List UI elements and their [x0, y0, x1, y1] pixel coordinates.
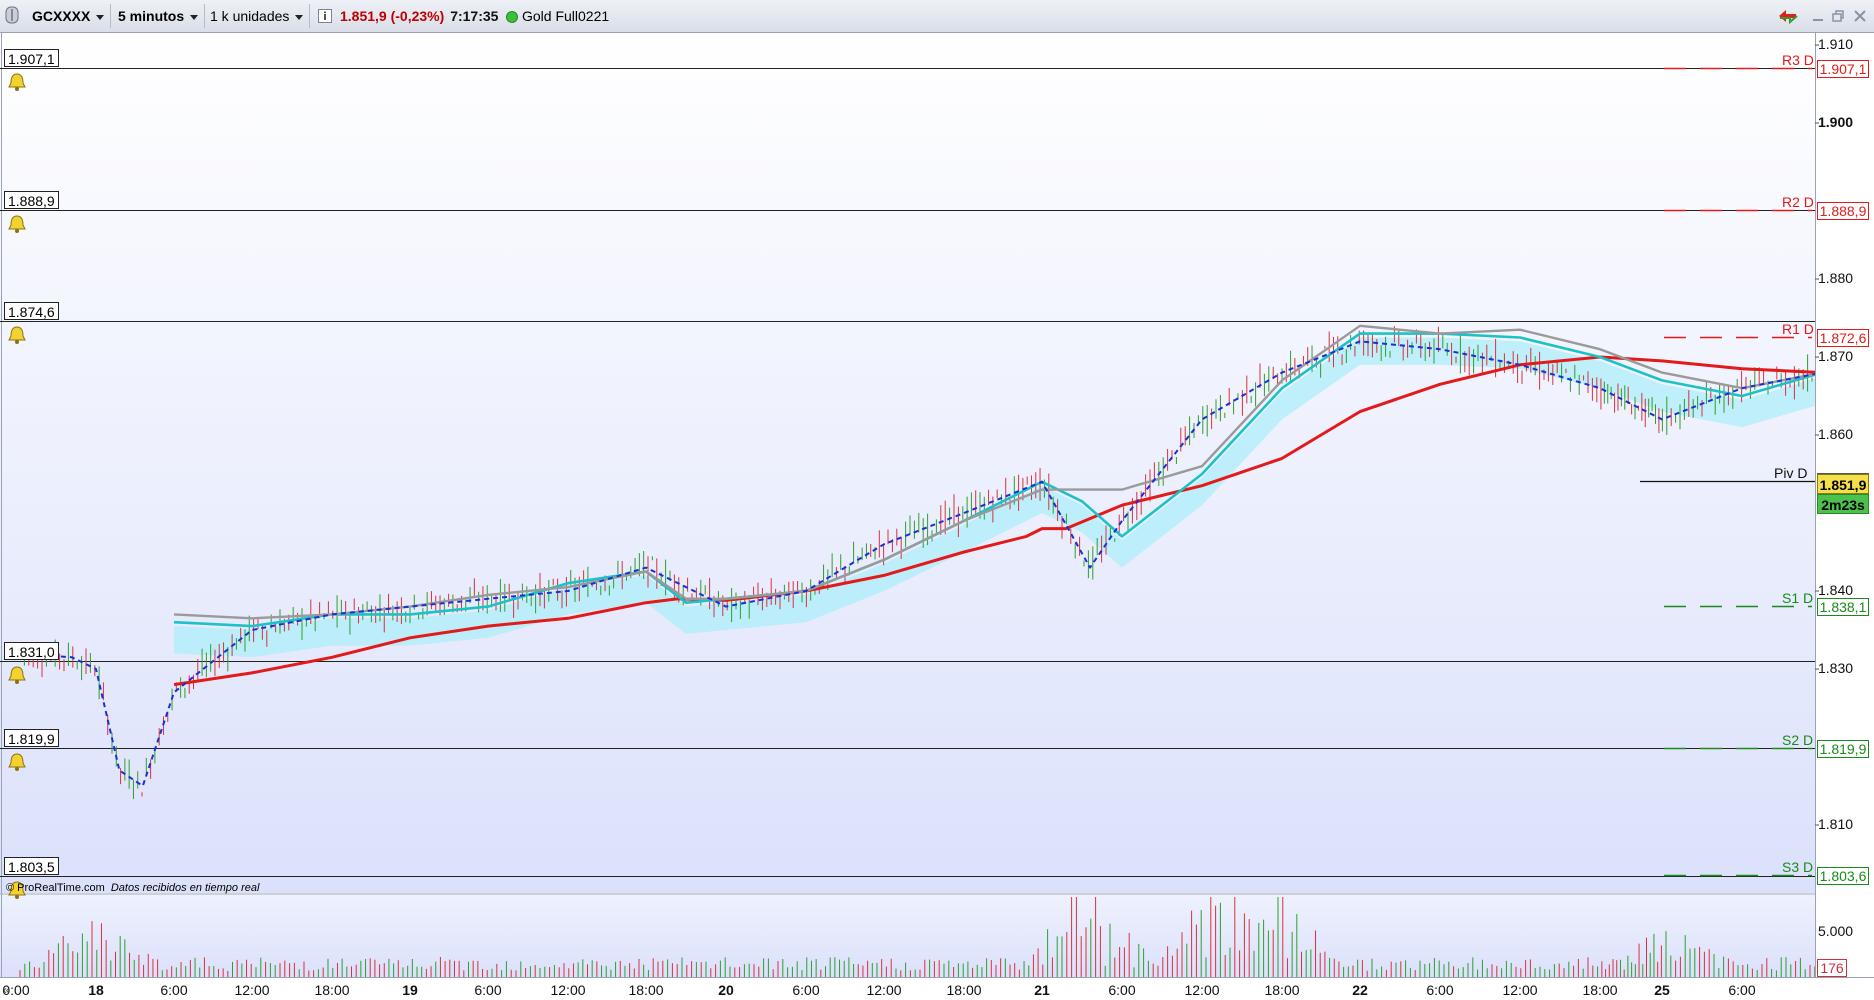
x-tick-label: 6:00 [1426, 982, 1454, 998]
copyright-text: © ProRealTime.com [6, 882, 105, 894]
restore-icon[interactable] [1830, 8, 1846, 24]
current-price-label: 1.851,9 [1817, 474, 1869, 494]
price-change-value: 1.851,9 (-0,23%) [340, 8, 445, 24]
level-value-label[interactable]: 1.888,9 [4, 190, 59, 209]
x-tick-label: 25 [1654, 982, 1670, 998]
chevron-down-icon [96, 14, 105, 20]
pivot-name-label: R2 D [1782, 193, 1814, 210]
volume-area [0, 895, 1815, 977]
x-tick-label: 18:00 [1582, 982, 1618, 998]
bell-icon[interactable] [6, 664, 28, 686]
bell-icon[interactable] [6, 751, 28, 773]
info-icon[interactable] [318, 4, 334, 28]
chevron-down-icon [295, 14, 304, 20]
pivot-value-label: 1.803,6 [1817, 866, 1869, 885]
pivot-value-label: 1.907,1 [1817, 59, 1869, 78]
y-tick-label: 1.880 [1818, 270, 1854, 286]
contract-status: Gold Full0221 [506, 4, 609, 28]
y-tick-label: 1.900 [1818, 114, 1854, 130]
pivot-value-label: 1.872,6 [1817, 328, 1869, 347]
price-change: 1.851,9 (-0,23%) 7:17:35 [340, 4, 498, 28]
x-tick-label: 21 [1034, 982, 1050, 998]
y-tick-label: 1.810 [1818, 816, 1854, 832]
pivot-name-label: Piv D [1774, 464, 1808, 481]
level-value-label[interactable]: 1.803,5 [4, 856, 59, 875]
x-tick-label: 18:00 [1264, 982, 1300, 998]
instrument-label: GCXXXX [32, 8, 91, 24]
y-tick-label: 1.860 [1818, 426, 1854, 442]
level-value-label[interactable]: 1.907,1 [4, 48, 59, 67]
level-value-label[interactable]: 1.874,6 [4, 301, 59, 320]
menu-icon[interactable] [3, 4, 23, 28]
x-tick-label: 18:00 [628, 982, 664, 998]
x-tick-label: 6:00 [1108, 982, 1136, 998]
level-value-label[interactable]: 1.819,9 [4, 728, 59, 747]
pivot-value-label: 1.819,9 [1817, 739, 1869, 758]
level-value-label[interactable]: 1.831,0 [4, 641, 59, 660]
x-tick-label: 18:00 [946, 982, 982, 998]
x-tick-label: 18 [88, 982, 104, 998]
pivot-value-label: 1.838,1 [1817, 597, 1869, 616]
pivot-name-label: S3 D [1782, 858, 1814, 875]
x-tick-label: 12:00 [866, 982, 902, 998]
candle-timer: 2m23s [1817, 494, 1869, 514]
x-tick-label: 19 [402, 982, 418, 998]
pivot-name-label: S1 D [1782, 589, 1814, 606]
bell-icon[interactable] [6, 324, 28, 346]
timeframe-selector[interactable]: 5 minutos [112, 4, 206, 28]
plot-area [0, 33, 1815, 893]
y-tick-label: 1.870 [1818, 348, 1854, 364]
x-tick-label: 12:00 [1502, 982, 1538, 998]
x-tick-label: 18:00 [314, 982, 350, 998]
units-selector[interactable]: 1 k unidades [204, 4, 311, 28]
x-tick-label: 6:00 [792, 982, 820, 998]
pivot-name-label: R1 D [1782, 320, 1814, 337]
current-time: 7:17:35 [450, 8, 499, 24]
y-tick-label: 1.830 [1818, 660, 1854, 676]
close-icon[interactable] [1852, 8, 1868, 24]
volume-y-tick: 5.000 [1818, 923, 1854, 939]
minimize-icon[interactable] [1810, 8, 1826, 24]
y-tick-label: 1.840 [1818, 582, 1854, 598]
chart-toolbar: GCXXXX 5 minutos 1 k unidades 1.851,9 (-… [0, 0, 1874, 33]
x-tick-label: 20 [718, 982, 734, 998]
instrument-selector[interactable]: GCXXXX [26, 4, 112, 28]
status-dot-icon [506, 11, 518, 24]
x-tick-label: 12:00 [1184, 982, 1220, 998]
sync-icon[interactable] [1776, 8, 1800, 25]
volume-current-label: 176 [1817, 959, 1847, 977]
pivot-name-label: R3 D [1782, 51, 1814, 68]
bell-icon[interactable] [6, 213, 28, 235]
pivot-value-label: 1.888,9 [1817, 201, 1869, 220]
x-tick-label: 6:00 [1728, 982, 1756, 998]
chevron-down-icon [190, 14, 199, 20]
contract-name: Gold Full0221 [522, 8, 610, 24]
price-chart[interactable] [0, 33, 1874, 1000]
bell-icon[interactable] [6, 71, 28, 93]
pivot-name-label: S2 D [1782, 731, 1814, 748]
data-note: Datos recibidos en tiempo real [110, 882, 260, 894]
scroll-left-icon[interactable]: « [3, 983, 10, 997]
x-tick-label: 6:00 [160, 982, 188, 998]
x-tick-label: 12:00 [550, 982, 586, 998]
x-tick-label: 12:00 [234, 982, 270, 998]
x-tick-label: 6:00 [474, 982, 502, 998]
timeframe-label: 5 minutos [118, 8, 185, 24]
x-tick-label: 22 [1352, 982, 1368, 998]
copyright-notice: © ProRealTime.com Datos recibidos en tie… [6, 882, 259, 894]
units-label: 1 k unidades [210, 8, 290, 24]
y-tick-label: 1.910 [1818, 36, 1854, 52]
